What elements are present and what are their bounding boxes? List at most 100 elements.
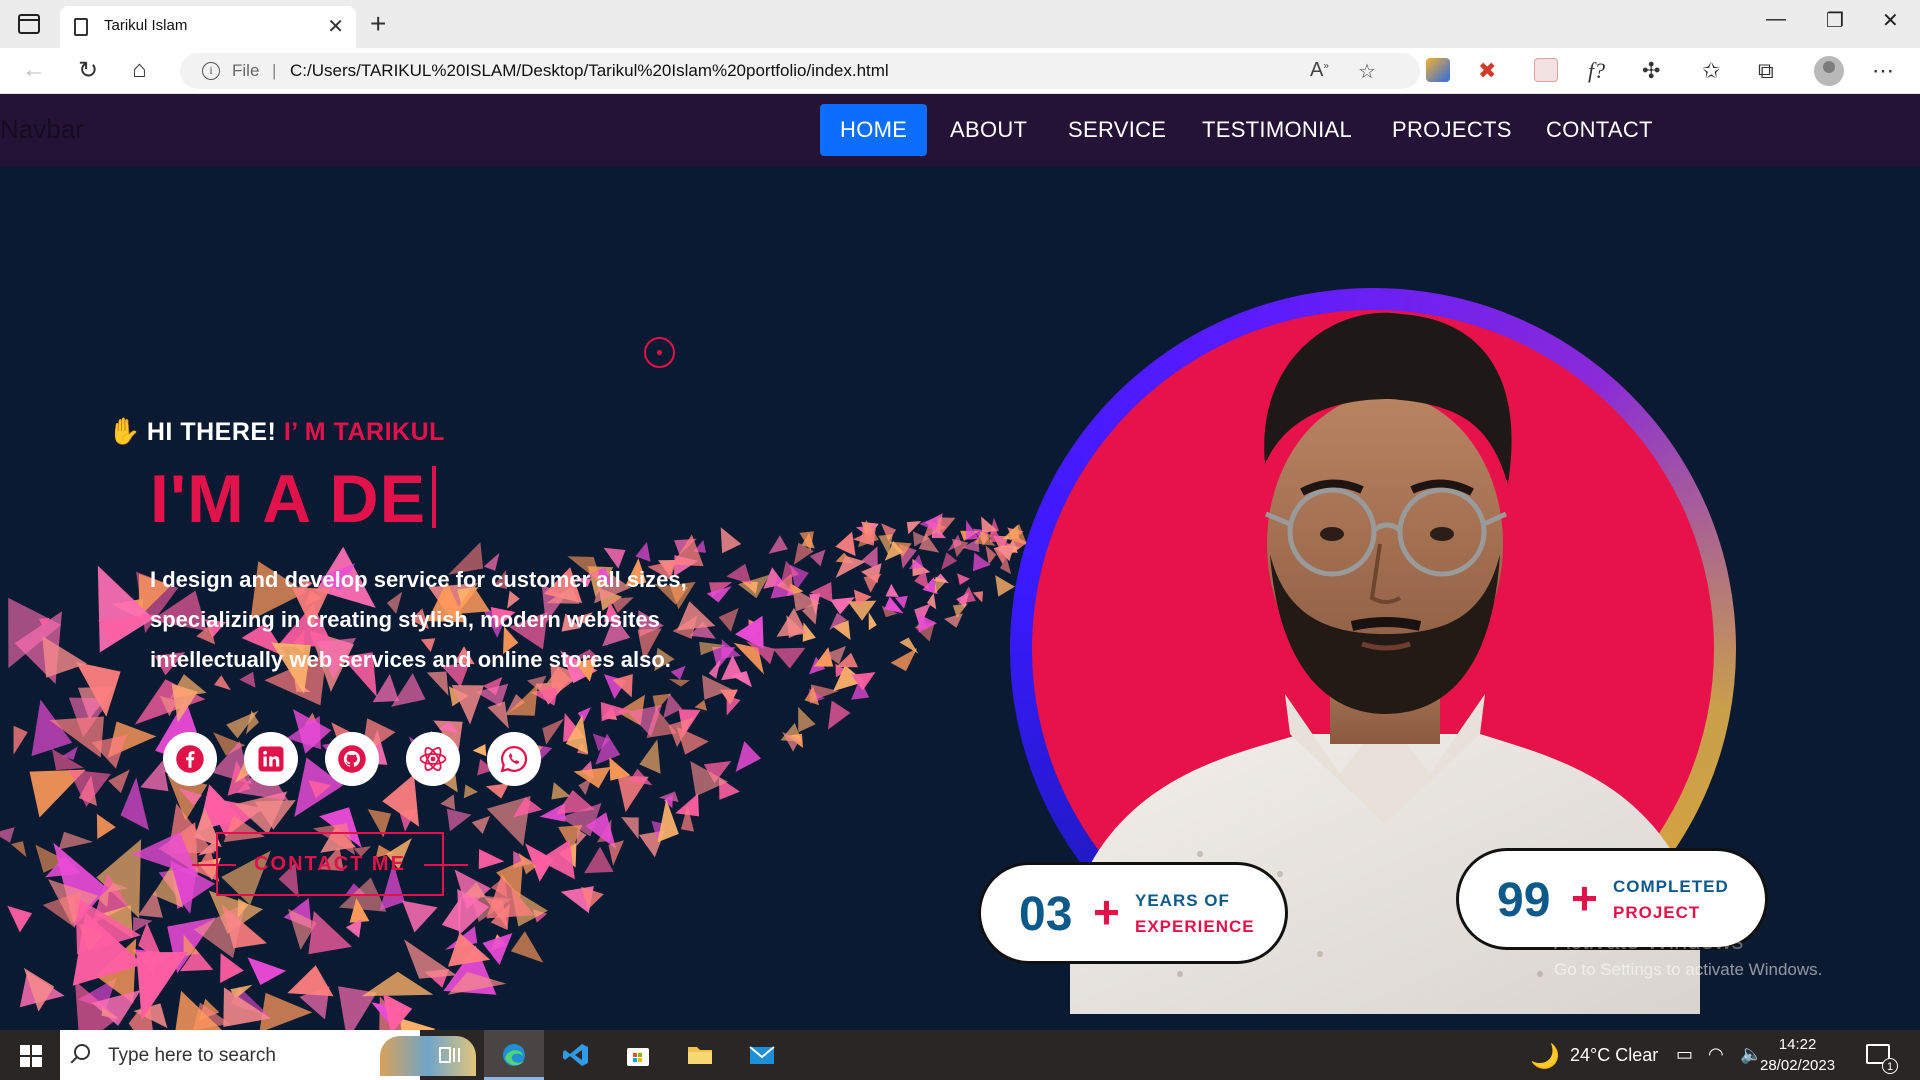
particle-shape [400,1018,436,1030]
particle-shape [899,637,919,654]
greeting-name: I’ M TARIKUL [283,418,445,446]
wifi-icon[interactable]: ◠ [1708,1044,1724,1065]
store-icon [627,1048,649,1066]
nav-contact[interactable]: CONTACT [1526,104,1673,156]
tab-actions-icon[interactable] [18,14,40,34]
particle-shape [0,827,15,843]
stat-plus: + [1571,872,1598,924]
nav-home[interactable]: HOME [820,104,928,156]
particle-shape [7,905,33,933]
profile-avatar[interactable] [1814,56,1844,86]
linkedin-icon [258,746,284,772]
particle-shape [635,541,651,562]
nav-projects[interactable]: PROJECTS [1372,104,1532,156]
particle-shape [720,527,742,554]
particle-shape [68,769,111,807]
folder-icon [688,1047,712,1064]
nav-about[interactable]: ABOUT [930,104,1047,156]
stat-experience: 03 + YEARS OF EXPERIENCE [978,862,1288,964]
hero-typing-title: I'M A DE [150,460,437,538]
task-view-button[interactable] [420,1030,480,1080]
react-link[interactable] [406,732,460,786]
mail-icon [749,1046,775,1064]
more-menu-icon[interactable]: ⋯ [1872,58,1894,84]
minimize-icon[interactable]: — [1766,8,1786,31]
contact-me-button[interactable]: CONTACT ME [192,832,468,896]
particle-shape [868,612,877,631]
info-icon[interactable]: i [202,62,220,80]
url-text[interactable]: C:/Users/TARIKUL%20ISLAM/Desktop/Tarikul… [290,61,889,81]
extensions-puzzle-icon[interactable]: ✣ [1642,58,1660,84]
notification-count: 1 [1882,1058,1898,1074]
collections-icon[interactable]: ⧉ [1758,58,1774,84]
particle-shape [639,739,661,774]
taskbar-vscode[interactable] [546,1030,606,1080]
favorites-icon[interactable]: ✩ [1702,58,1720,84]
whatsapp-link[interactable] [487,732,541,786]
search-icon [74,1044,90,1060]
greeting-text: HI THERE! [146,418,284,446]
battery-icon[interactable]: ▭ [1676,1044,1693,1065]
particle-shape [542,718,565,745]
tab-title: Tarikul Islam [104,17,188,34]
particle-shape [478,849,505,870]
new-tab-button[interactable]: + [370,8,386,40]
taskbar-edge[interactable] [484,1030,544,1080]
navbar-brand[interactable]: Navbar [0,114,84,145]
close-tab-icon[interactable]: ✕ [327,14,344,39]
formula-extension-icon[interactable]: f? [1588,58,1605,84]
whatsapp-icon [500,745,528,773]
stat-number: 03 [1019,888,1073,941]
particle-shape [510,931,544,963]
particle-shape [440,794,456,810]
particle-shape [863,573,882,593]
windows-start-icon[interactable] [20,1045,42,1067]
nav-testimonial[interactable]: TESTIMONIAL [1182,104,1372,156]
search-placeholder: Type here to search [108,1045,276,1066]
address-bar[interactable]: i File | C:/Users/TARIKUL%20ISLAM/Deskto… [180,53,1420,89]
linkedin-link[interactable] [244,732,298,786]
taskbar-store[interactable] [608,1030,668,1080]
taskbar-file-explorer[interactable] [670,1030,730,1080]
react-icon [419,747,447,771]
tools-extension-icon[interactable]: ✖ [1478,58,1496,84]
back-icon[interactable]: ← [22,56,46,84]
notes-extension-icon[interactable] [1534,58,1558,82]
particle-shape [885,583,899,597]
weather-moon-icon[interactable]: 🌙 [1530,1042,1560,1071]
particle-shape [247,957,287,985]
windows-taskbar: Type here to search 🌙 24°C Clear ▭ ◠ 🔈 1… [0,1030,1920,1080]
facebook-link[interactable] [163,732,217,786]
notification-center-icon[interactable]: 1 [1866,1044,1898,1074]
particle-shape [798,706,816,733]
extension-icon[interactable] [1426,58,1450,82]
particle-shape [995,575,1015,597]
nav-service[interactable]: SERVICE [1048,104,1186,156]
particle-shape [287,965,334,997]
browser-tab-bar: Tarikul Islam ✕ + — ❐ ✕ [0,0,1920,48]
add-favorite-icon[interactable]: ☆ [1358,59,1376,84]
restore-icon[interactable]: ❐ [1826,8,1844,33]
particle-shape [42,636,87,678]
particle-shape [776,607,807,637]
activate-windows-subtitle: Go to Settings to activate Windows. [1554,960,1823,979]
home-icon[interactable]: ⌂ [132,56,147,84]
browser-tab[interactable]: Tarikul Islam ✕ [60,6,356,48]
particle-shape [451,685,484,725]
particle-shape [584,846,614,874]
taskbar-mail[interactable] [732,1030,792,1080]
refresh-icon[interactable]: ↻ [78,56,98,85]
weather-text[interactable]: 24°C Clear [1570,1045,1658,1066]
particle-shape [657,799,679,843]
particle-shape [446,808,472,832]
particle-shape [13,725,28,755]
taskbar-search-box[interactable]: Type here to search [60,1030,476,1080]
github-link[interactable] [325,732,379,786]
particle-shape [890,648,918,672]
stat-label-top: YEARS OF [1135,891,1230,910]
particle-shape [402,900,438,933]
taskbar-clock[interactable]: 14:22 28/02/2023 [1760,1034,1835,1076]
close-window-icon[interactable]: ✕ [1882,8,1899,33]
hero-greeting: ✋ HI THERE! I’ M TARIKUL [108,416,445,447]
read-aloud-icon[interactable]: A» [1310,59,1329,82]
